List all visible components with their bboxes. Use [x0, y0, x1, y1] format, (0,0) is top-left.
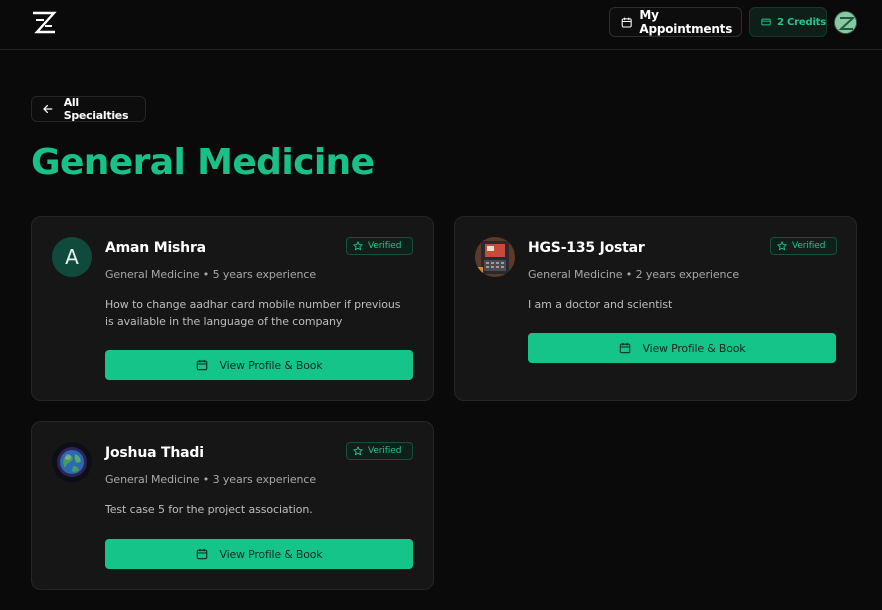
verified-label: Verified [368, 446, 402, 456]
button-label: View Profile & Book [642, 341, 746, 355]
back-label: All Specialties [63, 96, 129, 122]
calendar-icon [619, 342, 630, 354]
credit-card-icon [761, 18, 771, 26]
doctor-card: A Aman Mishra Verified General Medicine … [31, 216, 434, 401]
button-label: View Profile & Book [219, 547, 323, 561]
verified-badge: Verified [346, 237, 413, 255]
view-profile-book-button[interactable]: View Profile & Book [105, 539, 413, 569]
doctor-specialty-experience: General Medicine • 5 years experience [105, 268, 316, 281]
arrow-left-icon [43, 104, 53, 114]
user-avatar[interactable] [834, 11, 857, 34]
verified-label: Verified [792, 241, 826, 251]
doctor-description: Test case 5 for the project association. [105, 503, 313, 516]
doctor-avatar [475, 237, 515, 277]
doctor-specialty-experience: General Medicine • 3 years experience [105, 473, 316, 486]
my-appointments-button[interactable]: My Appointments [609, 7, 742, 37]
back-to-specialties-button[interactable]: All Specialties [31, 96, 146, 122]
logo-icon[interactable] [31, 11, 57, 35]
doctor-card: Joshua Thadi Verified General Medicine •… [31, 421, 434, 590]
calendar-icon [621, 17, 632, 27]
doctor-specialty-experience: General Medicine • 2 years experience [528, 268, 739, 281]
view-profile-book-button[interactable]: View Profile & Book [528, 333, 836, 363]
device-photo-icon [475, 237, 515, 277]
view-profile-book-button[interactable]: View Profile & Book [105, 350, 413, 380]
credits-button[interactable]: 2 Credits [749, 7, 827, 37]
verified-badge: Verified [770, 237, 837, 255]
my-appointments-label: My Appointments [639, 8, 733, 36]
page-title: General Medicine [31, 142, 375, 183]
doctor-avatar: A [52, 237, 92, 277]
doctor-name: HGS-135 Jostar [528, 240, 645, 256]
doctor-name: Joshua Thadi [105, 445, 204, 461]
avatar-initial: A [65, 245, 79, 269]
calendar-icon [196, 359, 207, 371]
star-icon [353, 241, 363, 251]
doctor-card: HGS-135 Jostar Verified General Medicine… [454, 216, 857, 401]
star-icon [353, 446, 363, 456]
doctor-avatar [52, 442, 92, 482]
top-header: My Appointments 2 Credits [0, 0, 882, 50]
star-icon [777, 241, 787, 251]
calendar-icon [196, 548, 207, 560]
verified-label: Verified [368, 241, 402, 251]
user-avatar-logo-icon [835, 12, 856, 33]
globe-photo-icon [52, 442, 92, 482]
doctor-description: How to change aadhar card mobile number … [105, 298, 401, 328]
doctor-name: Aman Mishra [105, 240, 206, 256]
doctor-description: I am a doctor and scientist [528, 298, 673, 311]
verified-badge: Verified [346, 442, 413, 460]
button-label: View Profile & Book [219, 358, 323, 372]
credits-label: 2 Credits [777, 16, 827, 28]
